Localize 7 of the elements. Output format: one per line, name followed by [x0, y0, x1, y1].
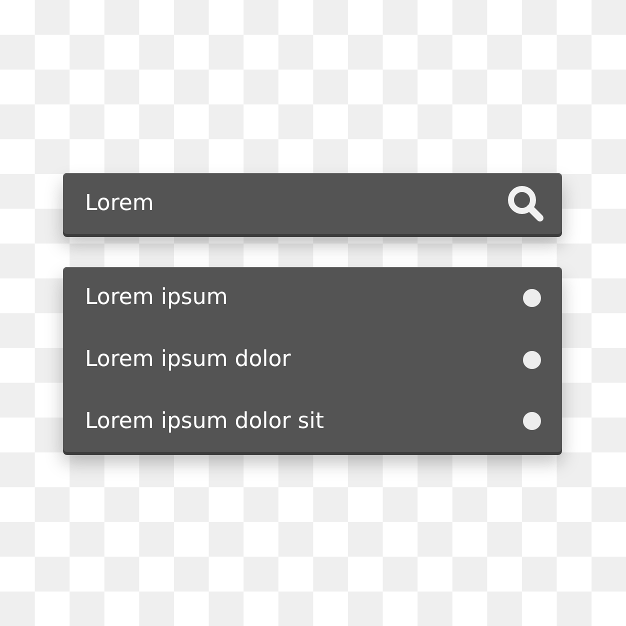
dot-icon	[522, 411, 542, 432]
search-field[interactable]: Lorem	[63, 173, 562, 234]
dot-icon	[522, 288, 542, 308]
result-item[interactable]: Lorem ipsum dolor sit	[85, 408, 324, 434]
result-item[interactable]: Lorem ipsum	[85, 285, 228, 310]
dot-icon	[522, 350, 542, 370]
result-item[interactable]: Lorem ipsum dolor	[85, 347, 291, 372]
